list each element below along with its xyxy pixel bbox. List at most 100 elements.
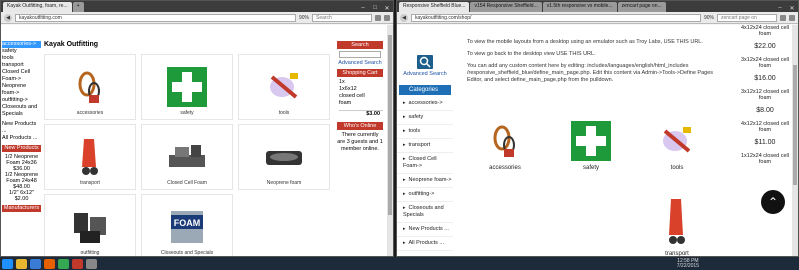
home-icon[interactable] [780,14,786,21]
home-icon[interactable] [375,14,381,21]
side-product-name[interactable]: 4x12x12 closed cell foam [737,121,793,133]
side-product-name[interactable]: 3x12x24 closed cell foam [737,57,793,69]
tools-icon [657,121,697,161]
close-icon[interactable]: ✕ [381,5,393,12]
chrome-icon[interactable] [58,258,69,269]
sidebar-item[interactable]: New Products ... [2,121,41,135]
zoom-level: 90% [703,14,714,21]
sidebar-item[interactable]: Specials [2,111,41,118]
side-search-input[interactable] [339,51,381,58]
left-scrollbar[interactable] [387,25,393,256]
minimize-icon[interactable]: – [357,5,369,12]
category-item[interactable]: safety [397,111,453,125]
category-item[interactable]: Neoprene foam-> [397,174,453,188]
product-card[interactable]: accessories [44,54,136,120]
left-right-column: Search Advanced Search Shopping Cart 1x … [337,41,383,256]
tab-responsive-sheffield[interactable]: Responsive Sheffield Blue... [399,2,470,12]
sidebar-item[interactable]: Closed Cell [2,69,41,76]
left-tab-kayak[interactable]: Kayak Outfitting, foam, re... [3,2,72,12]
close-icon[interactable]: ✕ [786,5,798,12]
sidebar-item[interactable]: Closeouts and [2,104,41,111]
first-aid-icon [571,121,611,161]
category-item[interactable]: outfitting-> [397,188,453,202]
start-icon[interactable] [2,258,13,269]
product-card[interactable]: accessories [467,121,543,187]
category-item[interactable]: Closed Cell Foam-> [397,153,453,174]
sidebar-item[interactable]: Neoprene foam-> [2,83,41,97]
menu-icon[interactable] [789,14,795,21]
sidebar-item[interactable]: transport [2,62,41,69]
right-url-bar[interactable]: kayakoutfitting.com/shop/ [411,13,701,22]
product-card[interactable]: Neoprene foam [238,124,330,190]
advanced-search-link[interactable]: Advanced Search [397,71,453,77]
right-browser-window: Responsive Sheffield Blue... v154 Respon… [396,0,799,257]
carabiner-icon [485,121,525,161]
new-product-name[interactable]: 1/2 Neoprene Foam 24x36 [2,154,41,166]
search-header: Search [337,41,383,49]
sidebar-item[interactable]: outfitting-> [2,97,41,104]
right-window-controls: – ✕ [774,5,798,12]
product-card[interactable]: FOAM Closeouts and Specials [141,194,233,256]
cart-header: Shopping Cart [337,69,383,77]
sidebar-item[interactable]: tools [2,55,41,62]
product-card[interactable]: transport [44,124,136,190]
sidebar-item[interactable]: Foam-> [2,76,41,83]
product-card[interactable]: safety [141,54,233,120]
scroll-to-top-button[interactable]: ⌃ [761,190,785,214]
category-item[interactable]: accessories-> [397,97,453,111]
cart-line[interactable]: 1x6x12 [339,86,383,93]
product-card[interactable]: Closed Cell Foam [141,124,233,190]
cart-line[interactable]: foam [339,100,383,107]
product-label: Neoprene foam [266,180,302,186]
product-label: accessories [76,110,104,116]
side-product-name[interactable]: 1x12x24 closed cell foam [737,153,793,165]
product-card[interactable]: transport [639,197,715,256]
sidebar-item[interactable]: All Products ... [2,135,41,142]
left-url-bar[interactable]: kayakoutfitting.com [15,13,296,22]
sidebar-item[interactable]: accessories-> [2,41,41,48]
taskbar: 12:58 PM 7/22/2015 [0,257,799,270]
ie-icon[interactable] [30,258,41,269]
product-card[interactable]: outfitting [44,194,136,256]
right-scrollbar[interactable] [792,25,798,256]
maximize-icon[interactable]: □ [369,5,381,12]
back-icon[interactable]: ◀ [400,13,408,22]
category-item[interactable]: tools [397,125,453,139]
menu-icon[interactable] [384,14,390,21]
side-product-name[interactable]: 4x12x24 closed cell foam [737,25,793,37]
tab-v15th[interactable]: v1.5th responsive vs mobile... [542,2,617,12]
cart-line: 1x [339,79,345,85]
advanced-search-link[interactable]: Advanced Search [337,60,383,66]
new-product-name[interactable]: 1/2 Neoprene Foam 24x48 [2,172,41,184]
category-item[interactable]: Closeouts and Specials [397,202,453,223]
system-clock[interactable]: 12:58 PM 7/22/2015 [677,258,699,269]
right-page-content: Advanced Search Categories accessories->… [397,25,798,256]
right-main-text: To view the mobile layouts from a deskto… [467,39,729,89]
new-tab-button[interactable]: + [72,2,84,12]
firefox-icon[interactable] [44,258,55,269]
right-search-input[interactable]: zencart page on [717,13,777,22]
category-item[interactable]: All Products ... [397,237,453,251]
product-label: transport [80,180,100,186]
cart-line[interactable]: closed cell [339,93,383,100]
filezilla-icon[interactable] [72,258,83,269]
app-icon[interactable] [86,258,97,269]
tab-v154[interactable]: v154 Responsive Sheffield... [470,2,542,12]
back-icon[interactable]: ◀ [4,13,12,22]
left-search-input[interactable]: Search [312,13,372,22]
right-sidebar: Advanced Search Categories accessories->… [397,25,453,256]
right-product-column: 4x12x24 closed cell foam $22.00 3x12x24 … [737,25,793,165]
category-item[interactable]: transport [397,139,453,153]
explorer-icon[interactable] [16,258,27,269]
tab-zencart[interactable]: zencart page on... [617,2,666,12]
sidebar-item[interactable]: safety [2,48,41,55]
product-card[interactable]: tools [238,54,330,120]
right-nav-bar: ◀ kayakoutfitting.com/shop/ 90% zencart … [397,12,798,24]
search-icon[interactable] [417,55,433,69]
product-card[interactable]: safety [553,121,629,187]
category-item[interactable]: New Products ... [397,223,453,237]
side-product-name[interactable]: 3x12x12 closed cell foam [737,89,793,101]
emulator-note: To view the mobile layouts from a deskto… [467,39,703,45]
minimize-icon[interactable]: – [774,5,786,12]
product-card[interactable]: tools [639,121,715,187]
